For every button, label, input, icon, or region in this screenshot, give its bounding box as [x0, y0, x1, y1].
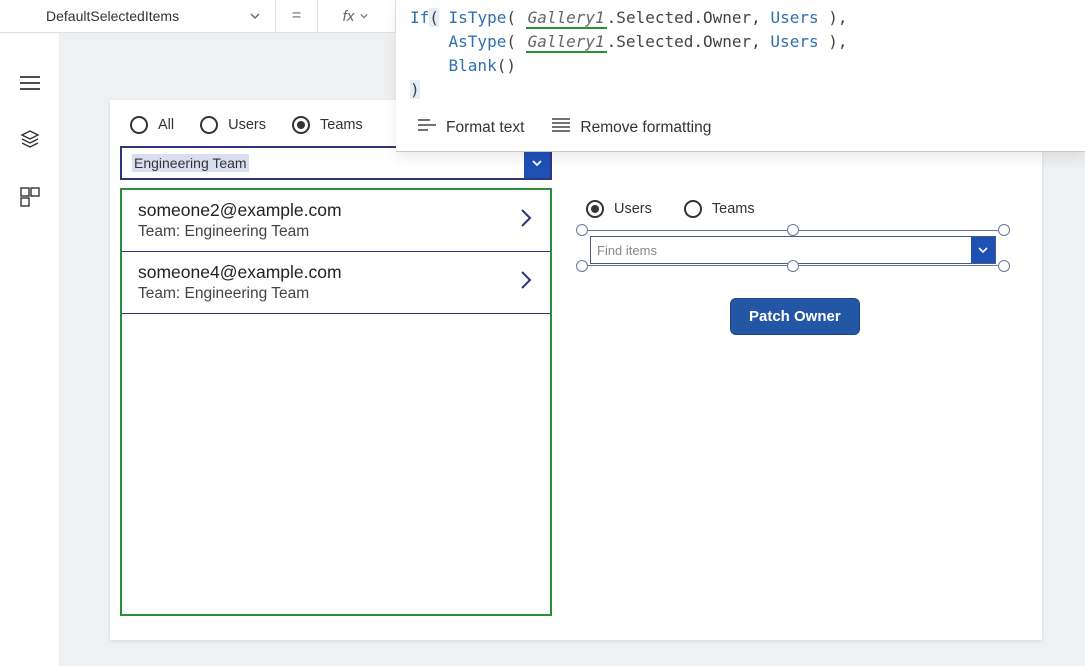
remove-formatting-icon	[552, 118, 570, 137]
resize-handle[interactable]	[787, 260, 799, 272]
team-combobox-value: Engineering Team	[122, 148, 524, 178]
radio-all[interactable]	[130, 116, 148, 134]
chevron-right-icon	[518, 269, 534, 296]
property-dropdown[interactable]: DefaultSelectedItems	[0, 0, 276, 32]
gallery-item-title: someone4@example.com	[138, 262, 342, 283]
equals-label: =	[276, 0, 318, 32]
chevron-down-icon[interactable]	[524, 148, 550, 178]
radio-teams-label: Teams	[320, 117, 363, 133]
format-text-label: Format text	[446, 119, 524, 137]
property-label: DefaultSelectedItems	[46, 8, 179, 24]
format-text-button[interactable]: Format text	[418, 118, 524, 137]
insert-icon[interactable]	[20, 187, 40, 207]
chevron-down-icon	[249, 10, 261, 22]
remove-formatting-label: Remove formatting	[580, 119, 711, 137]
radio-owner-teams-label: Teams	[712, 201, 755, 217]
gallery-item[interactable]: someone2@example.com Team: Engineering T…	[122, 190, 550, 252]
format-text-icon	[418, 118, 436, 137]
radio-users-label: Users	[228, 117, 266, 133]
formula-text[interactable]: If( IsType( Gallery1.Selected.Owner, Use…	[396, 0, 1085, 108]
radio-users[interactable]	[200, 116, 218, 134]
owner-combobox-placeholder: Find items	[591, 237, 971, 263]
resize-handle[interactable]	[576, 260, 588, 272]
hamburger-icon[interactable]	[20, 75, 40, 91]
chevron-down-icon[interactable]	[971, 237, 995, 263]
fx-label: fx	[343, 8, 355, 25]
radio-all-label: All	[158, 117, 174, 133]
right-panel: Users Teams Find items	[580, 200, 1010, 268]
resize-handle[interactable]	[998, 224, 1010, 236]
radio-owner-users-label: Users	[614, 201, 652, 217]
resize-handle[interactable]	[998, 260, 1010, 272]
radio-owner-teams[interactable]	[684, 200, 702, 218]
left-rail	[0, 33, 60, 666]
resize-handle[interactable]	[787, 224, 799, 236]
formula-toolbar: Format text Remove formatting	[396, 108, 1085, 151]
app-canvas: All Users Teams Engineering Team someone…	[110, 100, 1042, 640]
gallery-item-subtitle: Team: Engineering Team	[138, 223, 342, 241]
resize-handle[interactable]	[576, 224, 588, 236]
remove-formatting-button[interactable]: Remove formatting	[552, 118, 711, 137]
layers-icon[interactable]	[20, 129, 40, 149]
gallery-item-subtitle: Team: Engineering Team	[138, 285, 342, 303]
gallery[interactable]: someone2@example.com Team: Engineering T…	[120, 188, 552, 616]
radio-teams[interactable]	[292, 116, 310, 134]
fx-dropdown[interactable]: fx	[318, 0, 396, 32]
patch-owner-label: Patch Owner	[749, 308, 841, 325]
left-panel: All Users Teams Engineering Team someone…	[120, 112, 552, 616]
radio-owner-users[interactable]	[586, 200, 604, 218]
gallery-item-title: someone2@example.com	[138, 200, 342, 221]
chevron-down-icon	[360, 11, 370, 21]
patch-owner-button[interactable]: Patch Owner	[730, 298, 860, 335]
chevron-right-icon	[518, 207, 534, 234]
formula-bar[interactable]: If( IsType( Gallery1.Selected.Owner, Use…	[396, 0, 1085, 152]
gallery-item[interactable]: someone4@example.com Team: Engineering T…	[122, 252, 550, 314]
owner-combobox-selected[interactable]: Find items	[580, 228, 1006, 268]
